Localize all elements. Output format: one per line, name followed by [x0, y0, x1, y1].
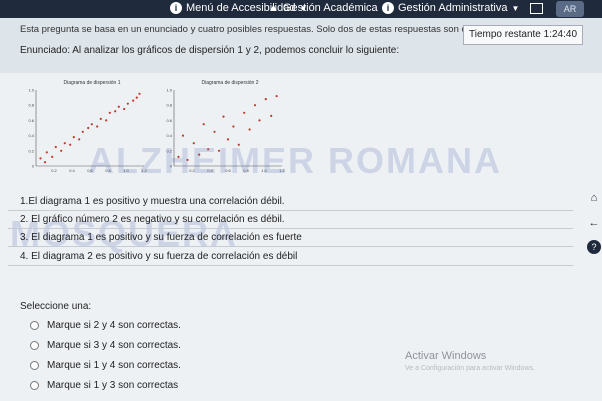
data-point: [114, 110, 117, 113]
data-point: [63, 142, 66, 145]
y-tick-label: 1.0: [28, 88, 34, 93]
data-point: [264, 98, 267, 101]
data-point: [243, 111, 246, 114]
data-point: [69, 143, 72, 146]
data-point: [123, 107, 126, 111]
activate-windows-title: Activar Windows: [405, 350, 487, 362]
data-point: [213, 130, 216, 133]
question-intro: Esta pregunta se basa en un enunciado y …: [20, 24, 475, 35]
y-tick-label: 0.8: [28, 103, 34, 108]
activate-windows-hint: Ve a Configuración para activar Windows.: [405, 365, 535, 372]
select-label: Seleccione una:: [20, 301, 92, 312]
answer-option-label: Marque si 2 y 4 son correctas.: [47, 320, 181, 331]
y-tick-label: 1.0: [166, 88, 172, 93]
data-point: [270, 114, 273, 117]
data-point: [126, 102, 129, 105]
data-point: [181, 134, 185, 137]
divider: [8, 228, 573, 229]
statement-4: 4. El diagrama 2 es positivo y su fuerza…: [20, 251, 298, 262]
y-tick-label: 0.2: [28, 148, 34, 153]
data-point: [54, 145, 57, 149]
data-point: [132, 99, 135, 102]
data-point: [78, 138, 81, 141]
statement-2: 2. El gráfico número 2 es negativo y su …: [20, 214, 285, 225]
data-point: [135, 96, 138, 99]
data-point: [275, 94, 278, 98]
home-icon[interactable]: ⌂: [587, 191, 601, 205]
watermark-line-1: ALZHEIMER ROMANA: [88, 140, 502, 181]
radio-button[interactable]: [30, 361, 39, 370]
statement-1: 1.El diagrama 1 es positivo y muestra un…: [20, 196, 285, 207]
data-point: [60, 149, 63, 152]
data-point: [51, 155, 54, 158]
data-point: [99, 117, 102, 120]
answer-option-label: Marque si 1 y 3 son correctas: [47, 380, 179, 391]
admin-menu-label: Gestión Administrativa: [398, 2, 508, 14]
data-point: [81, 130, 84, 133]
x-tick-label: 0.4: [69, 168, 75, 173]
data-point: [87, 126, 90, 130]
answer-option-label: Marque si 1 y 4 son correctas.: [47, 360, 181, 371]
chevron-down-icon: ▼: [511, 3, 520, 13]
chart-2-title: Diagrama de dispersión 2: [202, 80, 259, 86]
academic-menu[interactable]: ▲ Gestión Académica ▼: [268, 2, 390, 14]
data-point: [232, 125, 235, 128]
question-prompt: Enunciado: Al analizar los gráficos de d…: [20, 45, 400, 56]
admin-menu[interactable]: i Gestión Administrativa ▼: [382, 2, 519, 14]
data-point: [45, 151, 48, 154]
data-point: [96, 125, 99, 128]
data-point: [43, 161, 47, 164]
divider: [8, 246, 573, 247]
data-point: [138, 92, 141, 95]
graduation-cap-icon: ▲: [268, 2, 279, 14]
radio-button[interactable]: [30, 381, 39, 390]
data-point: [117, 105, 120, 108]
answer-option-2[interactable]: Marque si 3 y 4 son correctas.: [30, 340, 181, 351]
data-point: [105, 119, 108, 122]
data-point: [39, 157, 42, 160]
divider: [8, 210, 573, 211]
statement-3: 3. El diagrama 1 es positivo y su fuerza…: [20, 232, 302, 243]
academic-menu-label: Gestión Académica: [282, 2, 378, 14]
y-tick-label: 0.4: [166, 133, 172, 138]
mail-icon[interactable]: [530, 3, 543, 14]
data-point: [248, 128, 251, 131]
divider: [8, 265, 573, 266]
accessibility-icon: i: [170, 2, 182, 14]
data-point: [108, 111, 111, 114]
quiz-content: Esta pregunta se basa en un enunciado y …: [0, 18, 602, 401]
radio-button[interactable]: [30, 321, 39, 330]
timer-box: Tiempo restante 1:24:40: [463, 25, 583, 45]
data-point: [72, 136, 75, 139]
top-navigation-bar: i Menú de Accesibilidad ▼ ▲ Gestión Acad…: [0, 0, 602, 18]
y-tick-label: 0.6: [28, 118, 34, 123]
data-point: [253, 104, 257, 107]
arrow-left-icon[interactable]: ←: [587, 216, 601, 230]
answer-option-1[interactable]: Marque si 2 y 4 son correctas.: [30, 320, 181, 331]
data-point: [258, 119, 261, 122]
data-point: [202, 123, 205, 126]
info-icon: i: [382, 2, 394, 14]
data-point: [90, 123, 93, 126]
x-tick-label: 0.2: [51, 168, 57, 173]
y-tick-label: 0: [32, 164, 35, 169]
avatar[interactable]: AR: [556, 1, 584, 17]
data-point: [222, 115, 225, 118]
chart-1-title: Diagrama de dispersión 1: [64, 80, 121, 86]
y-tick-label: 0.6: [166, 118, 172, 123]
answer-option-label: Marque si 3 y 4 son correctas.: [47, 340, 181, 351]
answer-option-3[interactable]: Marque si 1 y 4 son correctas.: [30, 360, 181, 371]
help-icon[interactable]: ?: [587, 240, 601, 254]
y-tick-label: 0.4: [28, 133, 34, 138]
answer-option-4[interactable]: Marque si 1 y 3 son correctas: [30, 380, 178, 391]
radio-button[interactable]: [30, 341, 39, 350]
y-tick-label: 0.8: [166, 103, 172, 108]
